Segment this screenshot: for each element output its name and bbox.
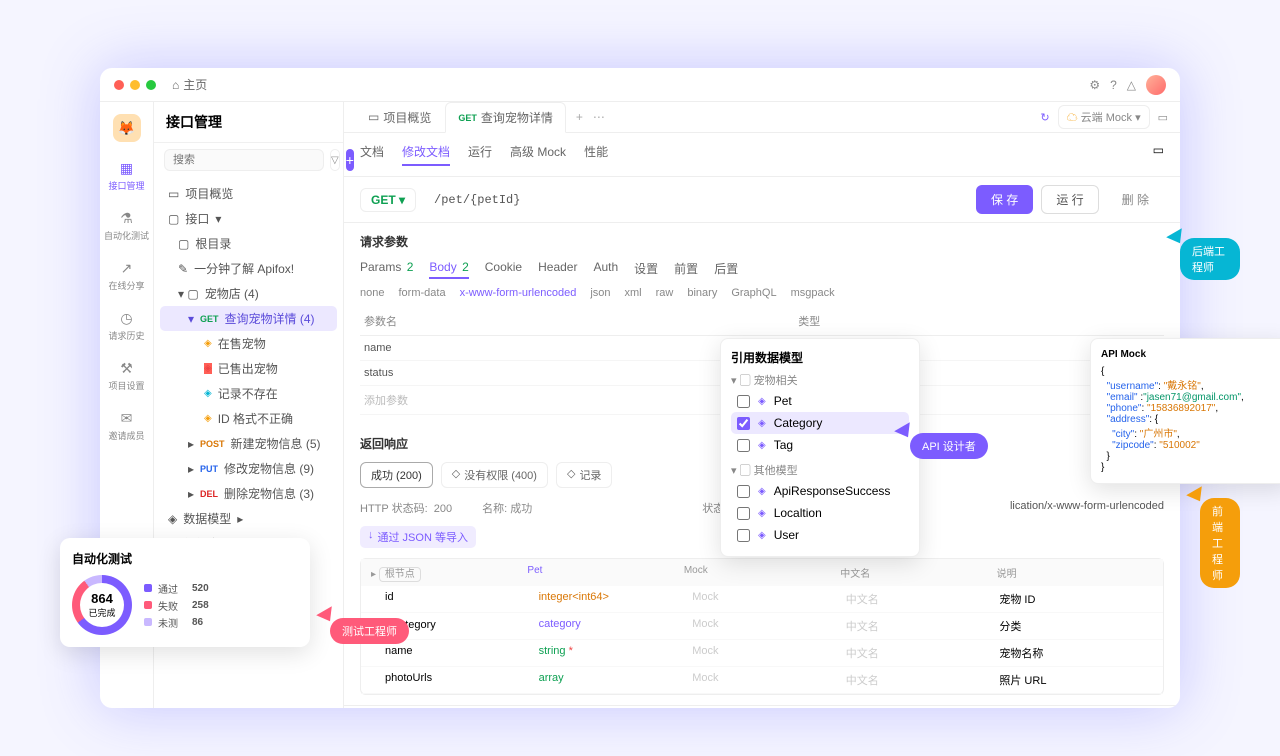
label-backend: 后端工程师: [1180, 238, 1240, 280]
param-tab[interactable]: Auth: [593, 260, 618, 279]
bell-icon[interactable]: △: [1127, 78, 1136, 92]
rail-test[interactable]: ⚗自动化测试: [104, 210, 149, 242]
model-picker-popup: 引用数据模型 ▾ ▢ 宠物相关 ◈Pet ◈Category ◈Tag ▾ ▢ …: [720, 338, 920, 557]
import-json[interactable]: ↓ 通过 JSON 等导入: [360, 526, 476, 548]
body-type[interactable]: x-www-form-urlencoded: [460, 287, 577, 299]
body-type[interactable]: raw: [656, 287, 674, 299]
model-option[interactable]: ◈Pet: [731, 390, 909, 412]
titlebar: ⌂ 主页 ⚙ ? △: [100, 68, 1180, 102]
tree-overview[interactable]: ▭ 项目概览: [160, 181, 337, 206]
footer: « 文档模式 调试模式 ◇ Cookie 管理 ▽ ↻: [344, 705, 1180, 708]
app-logo[interactable]: 🦊: [113, 114, 141, 142]
tree-models[interactable]: ◈ 数据模型 ▸: [160, 506, 337, 531]
panel-icon[interactable]: ▭: [1153, 143, 1164, 166]
tree-quickstart[interactable]: ✎ 一分钟了解 Apifox!: [160, 256, 337, 281]
model-option[interactable]: ◈User: [731, 524, 909, 546]
tree-item-post[interactable]: ▸ POST 新建宠物信息 (5): [160, 431, 337, 456]
resp-tab-rec[interactable]: ◇ 记录: [556, 462, 612, 488]
param-tab[interactable]: 后置: [714, 260, 738, 279]
tree-api-group[interactable]: ▢ 接口 ▾: [160, 206, 337, 231]
col-name: 参数名: [360, 307, 794, 336]
tree-item[interactable]: ◈ 已售出宠物: [160, 356, 337, 381]
sidebar-title: 接口管理: [154, 102, 343, 143]
rail-settings[interactable]: ⚒项目设置: [108, 360, 144, 392]
tree-item[interactable]: ◈ 在售宠物: [160, 331, 337, 356]
more-icon[interactable]: ⋯: [593, 110, 605, 124]
param-tab[interactable]: Body 2: [429, 260, 468, 279]
body-type[interactable]: none: [360, 287, 384, 299]
mock-json: { "username": "戴永铭", "email" :"jasen71@g…: [1101, 366, 1279, 473]
rail-api[interactable]: ▦接口管理: [108, 160, 144, 192]
param-tab[interactable]: Params 2: [360, 260, 413, 279]
max-dot[interactable]: [146, 80, 156, 90]
resp-tab-200[interactable]: 成功 (200): [360, 462, 433, 488]
rail-share[interactable]: ↗在线分享: [108, 260, 144, 292]
resp-tab-400[interactable]: ◇ 没有权限 (400): [441, 462, 548, 488]
home-link[interactable]: ⌂ 主页: [172, 76, 207, 93]
tree-item-put[interactable]: ▸ PUT 修改宠物信息 (9): [160, 456, 337, 481]
test-summary-card: 自动化测试 864已完成 通过520失败258未测86: [60, 538, 310, 647]
body-type[interactable]: GraphQL: [731, 287, 776, 299]
label-frontend: 前端工程师: [1200, 498, 1240, 588]
tree-item[interactable]: ◈ ID 格式不正确: [160, 406, 337, 431]
param-tab[interactable]: Cookie: [485, 260, 522, 279]
mock-select[interactable]: ☁ 云端 Mock ▾: [1058, 105, 1150, 129]
delete-button[interactable]: 删 除: [1107, 185, 1164, 214]
tree-petstore[interactable]: ▾ ▢ 宠物店 (4): [160, 281, 337, 306]
section-title: 请求参数: [360, 233, 1164, 250]
layout-icon[interactable]: ▭: [1158, 111, 1168, 124]
subtab-perf[interactable]: 性能: [584, 143, 608, 166]
col-type: 类型: [794, 307, 1164, 336]
subtab-run[interactable]: 运行: [468, 143, 492, 166]
param-tab[interactable]: Header: [538, 260, 577, 279]
body-type[interactable]: msgpack: [791, 287, 835, 299]
method-select[interactable]: GET ▾: [360, 188, 416, 212]
avatar[interactable]: [1146, 75, 1166, 95]
model-option[interactable]: ◈Localtion: [731, 502, 909, 524]
body-type[interactable]: xml: [625, 287, 642, 299]
tree-item-del[interactable]: ▸ DEL 删除宠物信息 (3): [160, 481, 337, 506]
gear-icon[interactable]: ⚙: [1089, 78, 1100, 92]
filter-icon[interactable]: ▽: [330, 149, 340, 171]
body-type[interactable]: binary: [687, 287, 717, 299]
refresh-icon[interactable]: ↻: [1040, 111, 1049, 124]
tree-item[interactable]: ◈ 记录不存在: [160, 381, 337, 406]
model-option[interactable]: ◈Category: [731, 412, 909, 434]
url-row: GET ▾ /pet/{petId} 保 存 运 行 删 除: [344, 177, 1180, 223]
search-input[interactable]: [164, 149, 324, 171]
donut-chart: 864已完成: [72, 575, 132, 635]
add-tab[interactable]: +: [568, 110, 591, 124]
run-button[interactable]: 运 行: [1041, 185, 1098, 214]
rail-history[interactable]: ◷请求历史: [108, 310, 144, 342]
subtabs: 文档 修改文档 运行 高级 Mock 性能 ▭: [344, 133, 1180, 177]
param-tab[interactable]: 前置: [674, 260, 698, 279]
body-type[interactable]: json: [590, 287, 610, 299]
model-option[interactable]: ◈Tag: [731, 434, 909, 456]
api-mock-popup: API Mock { "username": "戴永铭", "email" :"…: [1090, 338, 1280, 484]
label-tester: 测试工程师: [330, 618, 409, 644]
document-tabs: ▭ 项目概览 GET 查询宠物详情 + ⋯ ↻ ☁ 云端 Mock ▾ ▭: [344, 102, 1180, 133]
min-dot[interactable]: [130, 80, 140, 90]
model-option[interactable]: ◈ApiResponseSuccess: [731, 480, 909, 502]
save-button[interactable]: 保 存: [976, 185, 1033, 214]
param-tab[interactable]: 设置: [634, 260, 658, 279]
body-type[interactable]: form-data: [398, 287, 445, 299]
rail-invite[interactable]: ✉邀请成员: [108, 410, 144, 442]
tab-overview[interactable]: ▭ 项目概览: [356, 103, 443, 132]
help-icon[interactable]: ?: [1110, 78, 1117, 92]
label-designer: API 设计者: [910, 433, 988, 459]
subtab-mock[interactable]: 高级 Mock: [510, 143, 566, 166]
tree-item-get[interactable]: ▾ GET 查询宠物详情 (4): [160, 306, 337, 331]
tab-api[interactable]: GET 查询宠物详情: [445, 102, 566, 133]
subtab-edit[interactable]: 修改文档: [402, 143, 450, 166]
close-dot[interactable]: [114, 80, 124, 90]
tree-root-dir[interactable]: ▢ 根目录: [160, 231, 337, 256]
subtab-doc[interactable]: 文档: [360, 143, 384, 166]
url-input[interactable]: /pet/{petId}: [424, 189, 968, 211]
